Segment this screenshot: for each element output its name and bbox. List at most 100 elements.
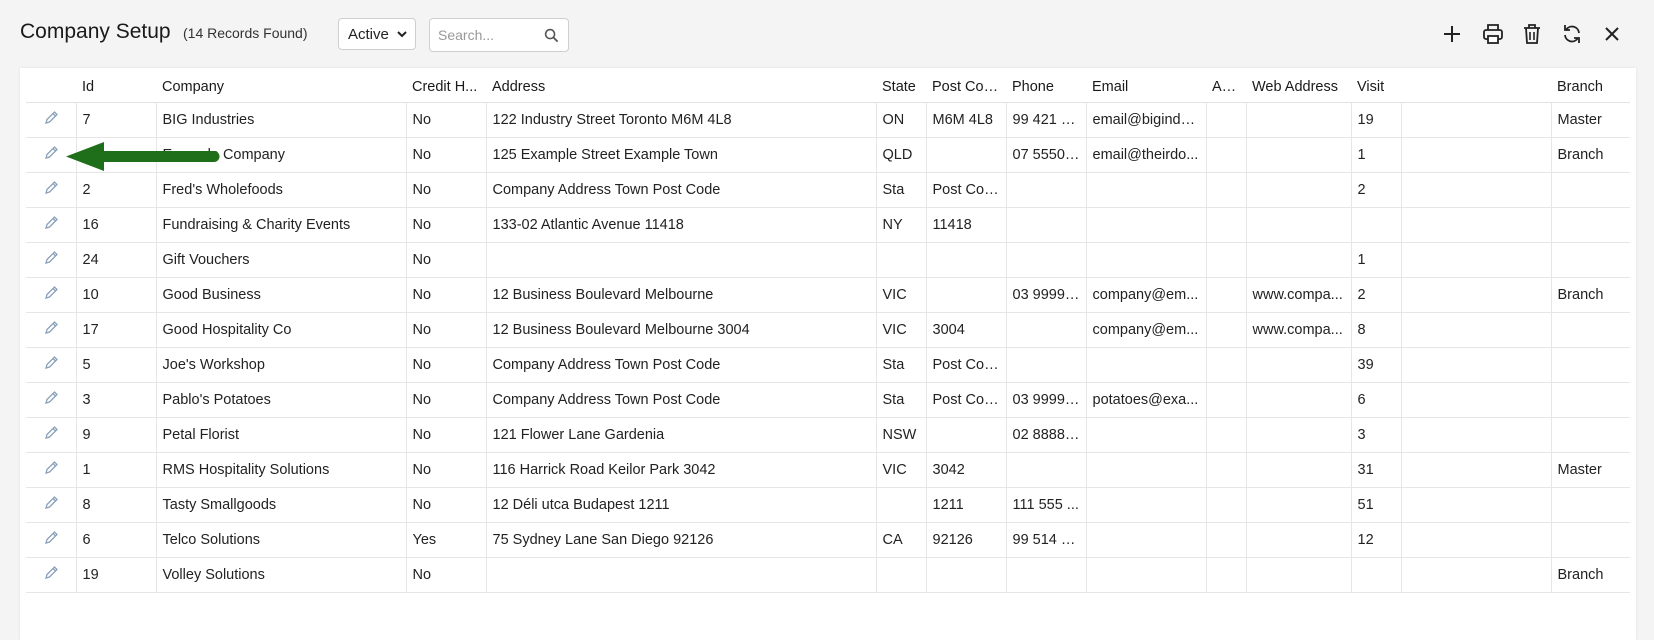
pencil-icon[interactable] [43,390,59,406]
blank-cell [1401,347,1552,383]
edit-cell[interactable] [26,417,77,453]
table-row[interactable]: 7 BIG Industries No 122 Industry Street Tor… [26,102,1630,138]
table-row[interactable]: 16 Fundraising & Charity Events No 133-02 A… [26,207,1630,243]
edit-cell[interactable] [26,277,77,313]
address-cell: 116 Harrick Road Keilor Park 3042 [486,452,877,488]
id-cell: 7 [76,102,157,138]
pencil-icon[interactable] [43,565,59,581]
web-address-cell [1246,102,1352,138]
phone-cell: 03 9999 ... [1006,277,1087,313]
plus-icon[interactable] [1440,22,1464,46]
print-icon[interactable] [1481,22,1505,46]
post-code-cell [926,557,1007,593]
pencil-icon[interactable] [43,250,59,266]
edit-column-header[interactable] [26,72,76,103]
web-address-cell [1246,487,1352,523]
web-address-column-header[interactable]: Web Address [1246,72,1351,103]
email-cell [1086,452,1207,488]
edit-cell[interactable] [26,347,77,383]
pencil-icon[interactable] [43,460,59,476]
email-column-header[interactable]: Email [1086,72,1206,103]
company-cell: Fred's Wholefoods [156,172,407,208]
table-row[interactable]: 1 RMS Hospitality Solutions No 116 Harrick … [26,452,1630,488]
id-cell: 8 [76,487,157,523]
id-column-header[interactable]: Id [76,72,156,103]
search-icon[interactable] [544,28,559,43]
pencil-icon[interactable] [43,180,59,196]
trash-icon[interactable] [1520,22,1544,46]
state-cell: QLD [876,137,927,173]
table-row[interactable]: 8 Tasty Smallgoods No 12 Déli utca Budapest… [26,487,1630,523]
abn-column-header[interactable]: AB... [1206,72,1246,103]
phone-cell [1006,172,1087,208]
address-column-header[interactable]: Address [486,72,876,103]
id-cell: 5 [76,347,157,383]
table-row[interactable]: 4Example CompanyNo125 Example Street Exa… [26,137,1630,173]
pencil-icon[interactable] [43,495,59,511]
table-row[interactable]: 17 Good Hospitality Co No 12 Business Boule… [26,312,1630,348]
id-cell: 3 [76,382,157,418]
post-code-cell: Post Code [926,382,1007,418]
state-column-header[interactable]: State [876,72,926,103]
edit-cell[interactable] [26,382,77,418]
pencil-icon[interactable] [43,320,59,336]
visit-cell [1351,207,1402,243]
visit-cell: 6 [1351,382,1402,418]
post-code-column-header[interactable]: Post Cod... [926,72,1006,103]
address-cell: 12 Business Boulevard Melbourne [486,277,877,313]
branch-cell [1551,417,1630,453]
edit-cell[interactable] [26,557,77,593]
pencil-icon[interactable] [43,355,59,371]
phone-cell [1006,557,1087,593]
phone-column-header[interactable]: Phone [1006,72,1086,103]
edit-cell[interactable] [26,242,77,278]
branch-cell [1551,522,1630,558]
company-cell: Gift Vouchers [156,242,407,278]
table-row[interactable]: 19 Volley Solutions No Branch [26,557,1630,593]
blank-cell [1401,207,1552,243]
phone-cell: 03 9999 ... [1006,382,1087,418]
edit-cell[interactable] [26,522,77,558]
table-row[interactable]: 6 Telco Solutions Yes 75 Sydney Lane San Di… [26,522,1630,558]
close-icon[interactable] [1600,22,1624,46]
pencil-icon[interactable] [43,145,59,161]
pencil-icon[interactable] [43,285,59,301]
table-row[interactable]: 3 Pablo's Potatoes No Company Address Town … [26,382,1630,418]
search-input[interactable] [438,27,538,43]
blank-cell [1401,417,1552,453]
table-row[interactable]: 24 Gift Vouchers No 1 [26,242,1630,278]
search-box[interactable] [429,18,569,52]
blank-column-header[interactable] [1401,72,1551,103]
edit-cell[interactable] [26,312,77,348]
abn-cell [1206,417,1247,453]
page-header: Company Setup (14 Records Found) Active [0,0,1654,66]
pencil-icon[interactable] [43,110,59,126]
company-cell: Petal Florist [156,417,407,453]
pencil-icon[interactable] [43,530,59,546]
edit-cell[interactable] [26,207,77,243]
edit-cell[interactable] [26,452,77,488]
edit-cell[interactable] [26,102,77,138]
edit-cell[interactable] [26,172,77,208]
edit-cell[interactable] [26,487,77,523]
table-row[interactable]: 9 Petal Florist No 121 Flower Lane Gardenia… [26,417,1630,453]
visit-cell: 2 [1351,172,1402,208]
credit-hold-column-header[interactable]: Credit H... [406,72,486,103]
branch-column-header[interactable]: Branch [1551,72,1630,103]
status-filter-select[interactable]: Active [338,18,416,50]
table-row[interactable]: 5 Joe's Workshop No Company Address Town Po… [26,347,1630,383]
company-cell: Fundraising & Charity Events [156,207,407,243]
company-column-header[interactable]: Company [156,72,406,103]
id-cell: 19 [76,557,157,593]
address-cell: 121 Flower Lane Gardenia [486,417,877,453]
abn-cell [1206,452,1247,488]
refresh-icon[interactable] [1560,22,1584,46]
phone-cell: 99 421 2... [1006,102,1087,138]
email-cell [1086,557,1207,593]
table-row[interactable]: 2 Fred's Wholefoods No Company Address Town… [26,172,1630,208]
pencil-icon[interactable] [43,215,59,231]
table-row[interactable]: 10 Good Business No 12 Business Boulevard M… [26,277,1630,313]
visit-column-header[interactable]: Visit [1351,72,1401,103]
email-cell [1086,487,1207,523]
pencil-icon[interactable] [43,425,59,441]
